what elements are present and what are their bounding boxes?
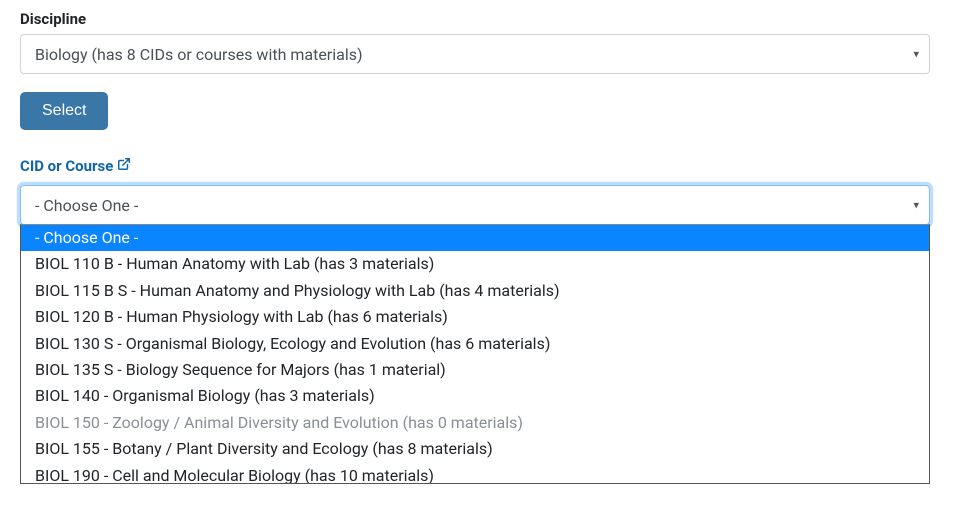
course-option[interactable]: BIOL 120 B - Human Physiology with Lab (… xyxy=(21,304,929,330)
external-link-icon xyxy=(117,157,131,175)
course-option: BIOL 150 - Zoology / Animal Diversity an… xyxy=(21,410,929,436)
chevron-down-icon: ▾ xyxy=(913,48,919,61)
discipline-label: Discipline xyxy=(20,10,940,28)
course-option[interactable]: BIOL 190 - Cell and Molecular Biology (h… xyxy=(21,463,929,484)
course-option[interactable]: - Choose One - xyxy=(21,225,929,251)
chevron-down-icon: ▾ xyxy=(913,199,919,212)
discipline-select[interactable]: Biology (has 8 CIDs or courses with mate… xyxy=(20,34,930,74)
select-button[interactable]: Select xyxy=(20,92,108,130)
cid-or-course-link[interactable]: CID or Course xyxy=(20,157,131,175)
course-select[interactable]: - Choose One - ▾ - Choose One -BIOL 110 … xyxy=(20,185,930,225)
cid-or-course-label-text: CID or Course xyxy=(20,157,113,175)
course-selected-text: - Choose One - xyxy=(35,196,138,215)
course-option[interactable]: BIOL 110 B - Human Anatomy with Lab (has… xyxy=(21,251,929,277)
course-option[interactable]: BIOL 130 S - Organismal Biology, Ecology… xyxy=(21,331,929,357)
course-dropdown-list[interactable]: - Choose One -BIOL 110 B - Human Anatomy… xyxy=(20,224,930,484)
course-option[interactable]: BIOL 135 S - Biology Sequence for Majors… xyxy=(21,357,929,383)
course-option[interactable]: BIOL 155 - Botany / Plant Diversity and … xyxy=(21,436,929,462)
course-option[interactable]: BIOL 140 - Organismal Biology (has 3 mat… xyxy=(21,383,929,409)
discipline-selected-text: Biology (has 8 CIDs or courses with mate… xyxy=(35,45,363,64)
course-option[interactable]: BIOL 115 B S - Human Anatomy and Physiol… xyxy=(21,278,929,304)
